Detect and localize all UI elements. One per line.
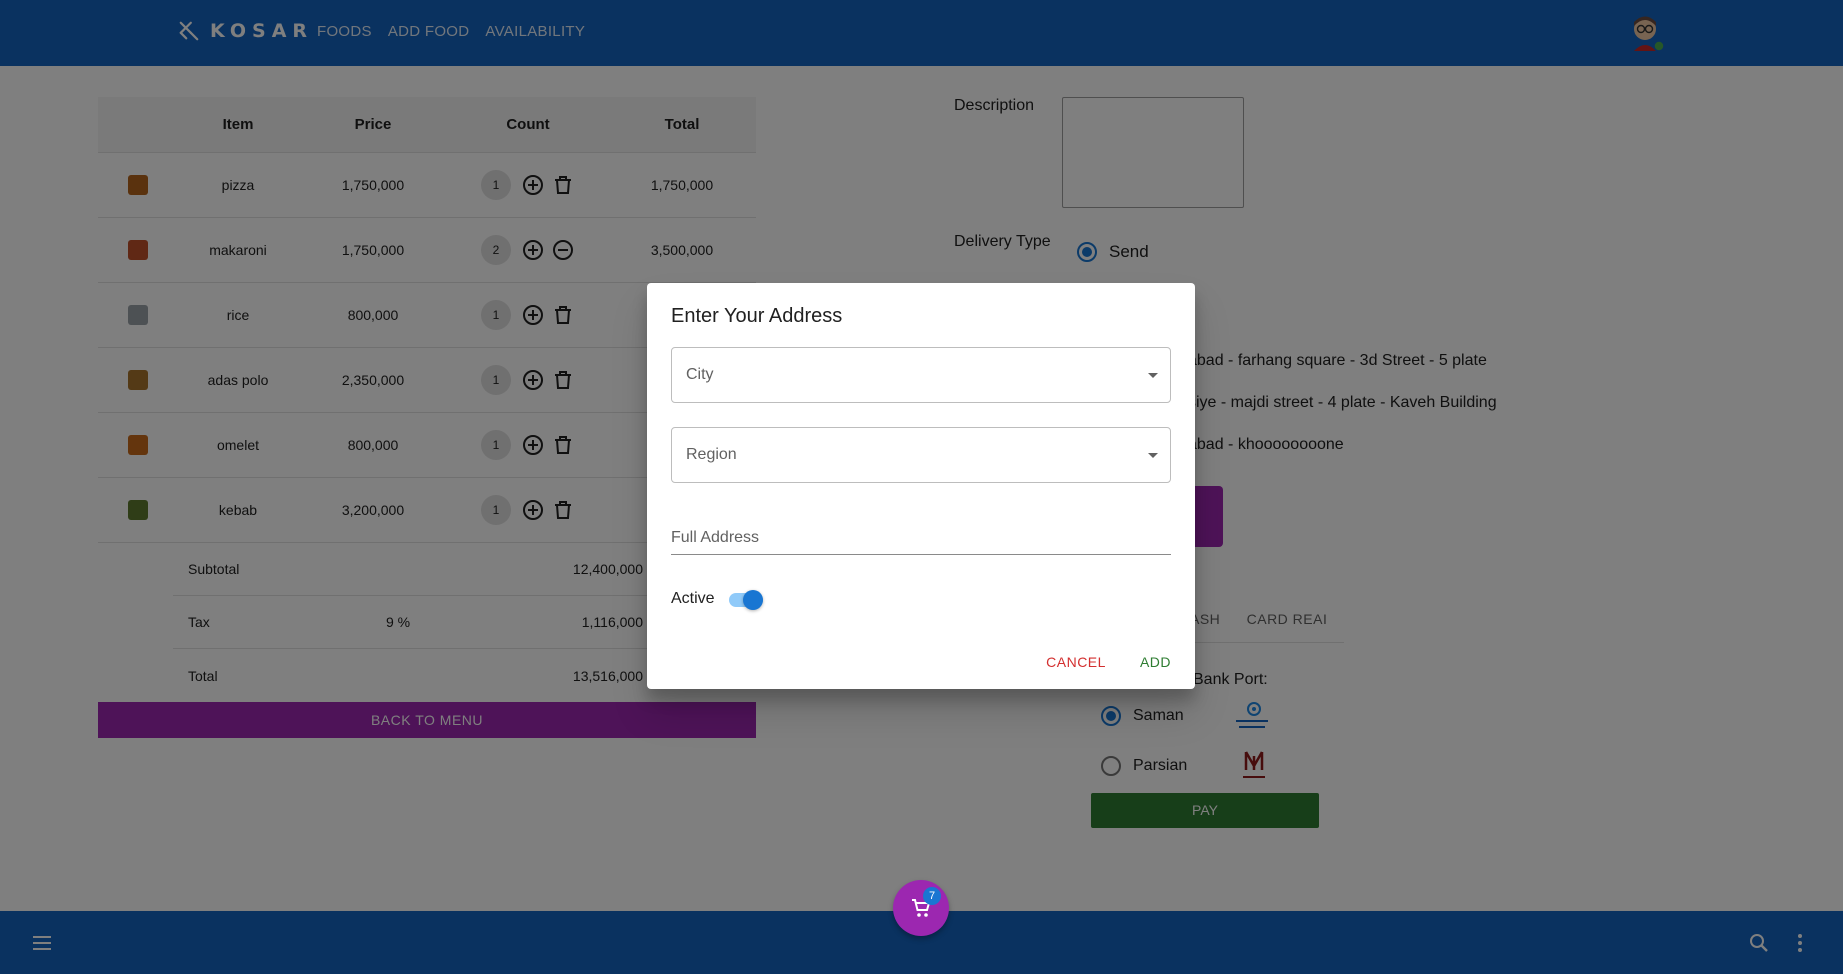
active-toggle-row: Active [671, 587, 765, 611]
cart-fab-button[interactable]: 7 [893, 880, 949, 936]
add-button[interactable]: ADD [1140, 654, 1171, 670]
region-select[interactable]: Region [671, 427, 1171, 483]
full-address-input[interactable]: Full Address [671, 523, 1171, 555]
full-address-label: Full Address [671, 529, 760, 546]
active-switch[interactable] [727, 587, 765, 611]
active-label: Active [671, 590, 715, 607]
dialog-actions: CANCEL ADD [1046, 654, 1171, 670]
cart-count-badge: 7 [923, 887, 941, 905]
dropdown-arrow-icon [1148, 453, 1158, 458]
city-select[interactable]: City [671, 347, 1171, 403]
address-dialog: Enter Your Address City Region Full Addr… [647, 283, 1195, 689]
dropdown-arrow-icon [1148, 373, 1158, 378]
city-select-label: City [686, 366, 714, 383]
switch-thumb [742, 590, 763, 610]
dialog-title: Enter Your Address [671, 305, 843, 327]
cancel-button[interactable]: CANCEL [1046, 654, 1106, 670]
region-select-label: Region [686, 446, 737, 463]
